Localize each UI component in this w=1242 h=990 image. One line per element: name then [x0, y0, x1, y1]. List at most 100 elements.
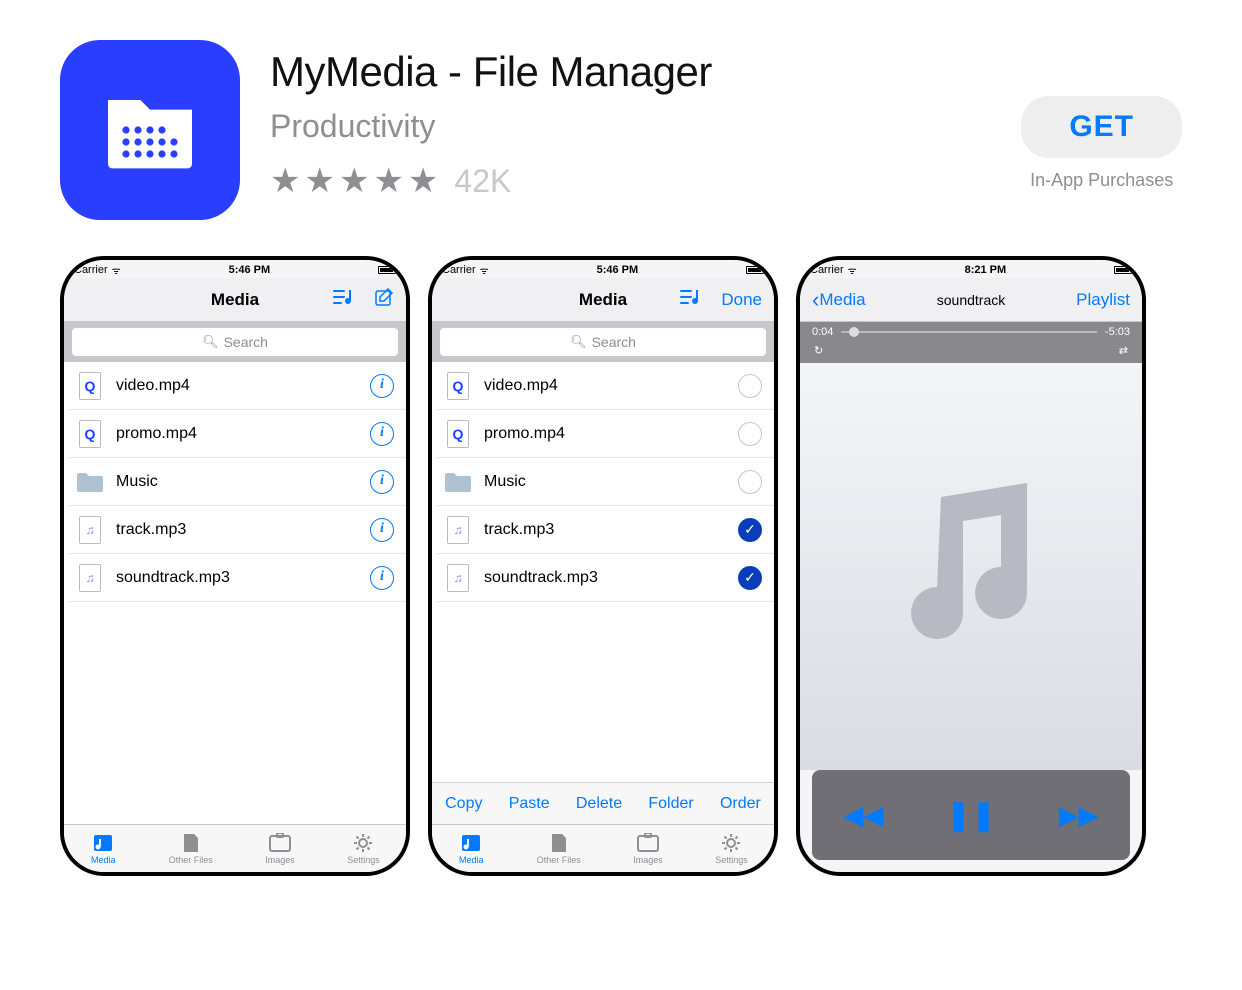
search-input[interactable]: 🔍︎Search	[440, 328, 766, 356]
done-button[interactable]: Done	[721, 290, 762, 310]
nav-bar: Media	[64, 278, 406, 322]
edit-action-order[interactable]: Order	[720, 795, 761, 813]
edit-action-paste[interactable]: Paste	[509, 795, 550, 813]
info-button[interactable]: i	[370, 566, 394, 590]
shuffle-icon[interactable]: ⇄	[1119, 344, 1128, 357]
wifi-icon: ᯤ	[848, 263, 857, 277]
file-row[interactable]: Q video.mp4 i	[68, 362, 406, 410]
tab-media[interactable]: Media	[90, 832, 116, 865]
tab-icon	[90, 832, 116, 854]
wifi-icon: ᯤ	[112, 263, 121, 277]
tab-icon	[178, 832, 204, 854]
edit-toolbar: Copy Paste Delete Folder Order	[432, 782, 774, 824]
screenshots-row[interactable]: Carrier ᯤ 5:46 PM Media 🔍︎Search Q	[60, 256, 1182, 876]
tab-icon	[718, 832, 744, 854]
file-name: track.mp3	[484, 521, 724, 539]
player-scrubber[interactable]: 0:04 -5:03 ↻ ⇄	[800, 322, 1142, 363]
wifi-icon: ᯤ	[480, 263, 489, 277]
file-name: soundtrack.mp3	[484, 569, 724, 587]
tab-settings[interactable]: Settings	[715, 832, 748, 865]
select-checkbox[interactable]	[738, 422, 762, 446]
rewind-button[interactable]: ◀◀	[843, 800, 883, 831]
search-input[interactable]: 🔍︎Search	[72, 328, 398, 356]
select-checkbox[interactable]: ✓	[738, 566, 762, 590]
video-file-icon: Q	[447, 420, 469, 448]
tab-media[interactable]: Media	[458, 832, 484, 865]
edit-action-delete[interactable]: Delete	[576, 795, 622, 813]
rating-count: 42K	[454, 163, 511, 200]
status-bar: Carrier ᯤ 5:46 PM	[64, 260, 406, 278]
tab-label: Media	[459, 855, 484, 865]
repeat-icon[interactable]: ↻	[814, 344, 823, 357]
forward-button[interactable]: ▶▶	[1059, 800, 1099, 831]
file-row[interactable]: ♫ soundtrack.mp3 ✓	[436, 554, 774, 602]
pause-button[interactable]: ❚❚	[946, 798, 996, 833]
music-note-icon	[871, 467, 1071, 667]
file-name: video.mp4	[116, 377, 356, 395]
tab-label: Settings	[347, 855, 380, 865]
scrubber-thumb[interactable]	[849, 327, 859, 337]
nav-bar: Media Done	[432, 278, 774, 322]
tab-icon	[635, 832, 661, 854]
file-row[interactable]: Q video.mp4	[436, 362, 774, 410]
tab-other files[interactable]: Other Files	[537, 832, 581, 865]
file-name: soundtrack.mp3	[116, 569, 356, 587]
back-button[interactable]: ‹Media	[812, 290, 866, 310]
select-checkbox[interactable]: ✓	[738, 518, 762, 542]
scrubber-track[interactable]	[841, 331, 1097, 333]
battery-icon	[378, 266, 396, 274]
info-button[interactable]: i	[370, 374, 394, 398]
rating-row[interactable]: ★★★★★ 42K	[270, 161, 991, 201]
playlist-button[interactable]: Playlist	[1076, 290, 1130, 310]
tab-icon	[350, 832, 376, 854]
screenshot-3: Carrier ᯤ 8:21 PM ‹Media soundtrack Play…	[796, 256, 1146, 876]
tab-icon	[267, 832, 293, 854]
battery-icon	[746, 266, 764, 274]
info-button[interactable]: i	[370, 422, 394, 446]
file-row[interactable]: ♫ track.mp3 ✓	[436, 506, 774, 554]
app-title: MyMedia - File Manager	[270, 48, 991, 96]
info-button[interactable]: i	[370, 470, 394, 494]
playlist-icon[interactable]	[679, 287, 701, 312]
compose-icon[interactable]	[374, 287, 394, 312]
video-file-icon: Q	[79, 420, 101, 448]
file-name: promo.mp4	[484, 425, 724, 443]
tab-label: Images	[633, 855, 663, 865]
tab-label: Settings	[715, 855, 748, 865]
player-artwork	[800, 363, 1142, 770]
app-icon	[60, 40, 240, 220]
file-name: Music	[116, 473, 356, 491]
app-category[interactable]: Productivity	[270, 108, 991, 145]
tab-images[interactable]: Images	[265, 832, 295, 865]
tab-other files[interactable]: Other Files	[169, 832, 213, 865]
tab-settings[interactable]: Settings	[347, 832, 380, 865]
get-button[interactable]: GET	[1021, 96, 1182, 158]
file-name: promo.mp4	[116, 425, 356, 443]
screenshot-1: Carrier ᯤ 5:46 PM Media 🔍︎Search Q	[60, 256, 410, 876]
tab-images[interactable]: Images	[633, 832, 663, 865]
nav-title: Media	[211, 290, 259, 310]
file-row[interactable]: Q promo.mp4	[436, 410, 774, 458]
file-name: video.mp4	[484, 377, 724, 395]
nav-title: Media	[579, 290, 627, 310]
tab-label: Other Files	[537, 855, 581, 865]
file-row[interactable]: Q promo.mp4 i	[68, 410, 406, 458]
now-playing-title: soundtrack	[937, 292, 1005, 308]
status-bar: Carrier ᯤ 5:46 PM	[432, 260, 774, 278]
audio-file-icon: ♫	[79, 516, 101, 544]
nav-bar: ‹Media soundtrack Playlist	[800, 278, 1142, 322]
select-checkbox[interactable]	[738, 470, 762, 494]
edit-action-folder[interactable]: Folder	[648, 795, 693, 813]
tab-icon	[458, 832, 484, 854]
file-row[interactable]: ♫ track.mp3 i	[68, 506, 406, 554]
playlist-icon[interactable]	[332, 287, 354, 312]
edit-action-copy[interactable]: Copy	[445, 795, 482, 813]
info-button[interactable]: i	[370, 518, 394, 542]
remaining-time: -5:03	[1105, 326, 1130, 338]
file-row[interactable]: Music i	[68, 458, 406, 506]
select-checkbox[interactable]	[738, 374, 762, 398]
video-file-icon: Q	[447, 372, 469, 400]
file-row[interactable]: ♫ soundtrack.mp3 i	[68, 554, 406, 602]
file-row[interactable]: Music	[436, 458, 774, 506]
iap-label: In-App Purchases	[1030, 170, 1173, 191]
